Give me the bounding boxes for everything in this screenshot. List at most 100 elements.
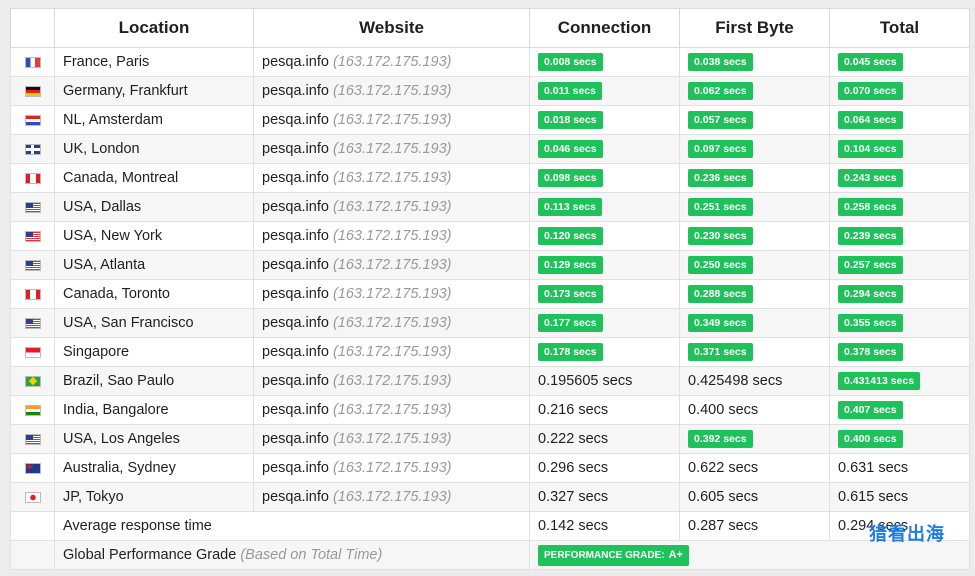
location-cell: USA, Los Angeles	[54, 424, 254, 454]
website-domain: pesqa.info	[262, 315, 329, 331]
website-ip: (163.172.175.193)	[332, 431, 452, 447]
total-cell-badge: 0.407 secs	[838, 401, 903, 419]
flag-cell	[10, 76, 55, 106]
connection-cell-badge: 0.018 secs	[538, 111, 603, 129]
header-row: Location Website Connection First Byte T…	[10, 8, 970, 48]
connection-cell-badge: 0.129 secs	[538, 256, 603, 274]
table-row: NL, Amsterdam pesqa.info (163.172.175.193…	[10, 105, 970, 135]
speed-test-results: Location Website Connection First Byte T…	[10, 8, 970, 570]
website-header: Website	[253, 8, 530, 48]
website-ip: (163.172.175.193)	[332, 315, 452, 331]
website-ip: (163.172.175.193)	[332, 83, 452, 99]
results-table: Location Website Connection First Byte T…	[10, 8, 970, 570]
connection-cell: 0.327 secs	[529, 482, 680, 512]
table-row: France, Paris pesqa.info (163.172.175.193…	[10, 47, 970, 77]
table-row: USA, Los Angeles pesqa.info (163.172.175.…	[10, 424, 970, 454]
website-ip: (163.172.175.193)	[332, 257, 452, 273]
website-domain: pesqa.info	[262, 460, 329, 476]
grade-label-cell: Global Performance Grade (Based on Total…	[54, 540, 530, 570]
first-byte-cell: 0.288 secs	[679, 279, 830, 309]
total-cell-badge: 0.400 secs	[838, 430, 903, 448]
flag-cell	[10, 308, 55, 338]
website-ip: (163.172.175.193)	[332, 141, 452, 157]
flag-uk-icon	[24, 143, 41, 155]
website-cell: pesqa.info (163.172.175.193)	[253, 337, 530, 367]
website-domain: pesqa.info	[262, 257, 329, 273]
table-row: UK, London pesqa.info (163.172.175.193) 0.…	[10, 134, 970, 164]
results-body: France, Paris pesqa.info (163.172.175.193…	[10, 47, 970, 570]
connection-cell-badge: 0.011 secs	[538, 82, 602, 100]
grade-note: (Based on Total Time)	[240, 547, 383, 563]
table-row: USA, Dallas pesqa.info (163.172.175.193) 0…	[10, 192, 970, 222]
total-cell: 0.431413 secs	[829, 366, 970, 396]
first-byte-cell: 0.038 secs	[679, 47, 830, 77]
performance-grade-badge: PERFORMANCE GRADE: A+	[538, 544, 689, 566]
flag-cell	[10, 221, 55, 251]
flag-br-icon	[24, 375, 41, 387]
flag-cell	[10, 453, 55, 483]
total-cell-badge: 0.431413 secs	[838, 372, 921, 390]
total-cell: 0.070 secs	[829, 76, 970, 106]
website-domain: pesqa.info	[262, 141, 329, 157]
total-cell-badge: 0.378 secs	[838, 343, 903, 361]
connection-cell-badge: 0.008 secs	[538, 53, 603, 71]
connection-cell: 0.046 secs	[529, 134, 680, 164]
total-cell-badge: 0.355 secs	[838, 314, 903, 332]
total-cell-badge: 0.104 secs	[838, 140, 903, 158]
website-domain: pesqa.info	[262, 402, 329, 418]
total-cell: 0.400 secs	[829, 424, 970, 454]
flag-cell	[10, 279, 55, 309]
flag-us-icon	[24, 433, 41, 445]
location-header: Location	[54, 8, 254, 48]
total-cell: 0.064 secs	[829, 105, 970, 135]
website-cell: pesqa.info (163.172.175.193)	[253, 453, 530, 483]
flag-cell	[10, 395, 55, 425]
location-cell: Singapore	[54, 337, 254, 367]
table-row: USA, Atlanta pesqa.info (163.172.175.193)…	[10, 250, 970, 280]
website-cell: pesqa.info (163.172.175.193)	[253, 134, 530, 164]
flag-cell	[10, 192, 55, 222]
flag-nl-icon	[24, 114, 41, 126]
website-ip: (163.172.175.193)	[332, 54, 452, 70]
table-row: USA, San Francisco pesqa.info (163.172.17…	[10, 308, 970, 338]
first-byte-cell: 0.236 secs	[679, 163, 830, 193]
flag-us-icon	[24, 317, 41, 329]
flag-in-icon	[24, 404, 41, 416]
website-domain: pesqa.info	[262, 170, 329, 186]
grade-label: Global Performance Grade	[63, 547, 237, 563]
connection-cell: 0.098 secs	[529, 163, 680, 193]
connection-cell-badge: 0.120 secs	[538, 227, 603, 245]
table-row: Singapore pesqa.info (163.172.175.193) 0.1…	[10, 337, 970, 367]
flag-au-icon	[24, 462, 41, 474]
website-domain: pesqa.info	[262, 83, 329, 99]
first-byte-cell: 0.250 secs	[679, 250, 830, 280]
first-byte-cell-badge: 0.392 secs	[688, 430, 753, 448]
location-cell: USA, Atlanta	[54, 250, 254, 280]
location-cell: Brazil, Sao Paulo	[54, 366, 254, 396]
total-cell-badge: 0.258 secs	[838, 198, 903, 216]
website-domain: pesqa.info	[262, 228, 329, 244]
location-cell: Canada, Toronto	[54, 279, 254, 309]
total-cell: 0.631 secs	[829, 453, 970, 483]
website-cell: pesqa.info (163.172.175.193)	[253, 395, 530, 425]
location-cell: USA, Dallas	[54, 192, 254, 222]
website-cell: pesqa.info (163.172.175.193)	[253, 76, 530, 106]
total-cell: 0.257 secs	[829, 250, 970, 280]
first-byte-cell-badge: 0.371 secs	[688, 343, 753, 361]
connection-cell: 0.008 secs	[529, 47, 680, 77]
grade-empty-cell	[10, 540, 55, 570]
flag-header	[10, 8, 55, 48]
location-cell: France, Paris	[54, 47, 254, 77]
total-header: Total	[829, 8, 970, 48]
website-domain: pesqa.info	[262, 344, 329, 360]
website-cell: pesqa.info (163.172.175.193)	[253, 163, 530, 193]
total-cell: 0.407 secs	[829, 395, 970, 425]
first-byte-cell: 0.371 secs	[679, 337, 830, 367]
total-cell: 0.378 secs	[829, 337, 970, 367]
grade-badge-value: A+	[668, 548, 683, 561]
website-domain: pesqa.info	[262, 373, 329, 389]
first-byte-cell: 0.251 secs	[679, 192, 830, 222]
average-first-byte: 0.287 secs	[679, 511, 830, 541]
flag-us-icon	[24, 201, 41, 213]
average-empty-cell	[10, 511, 55, 541]
